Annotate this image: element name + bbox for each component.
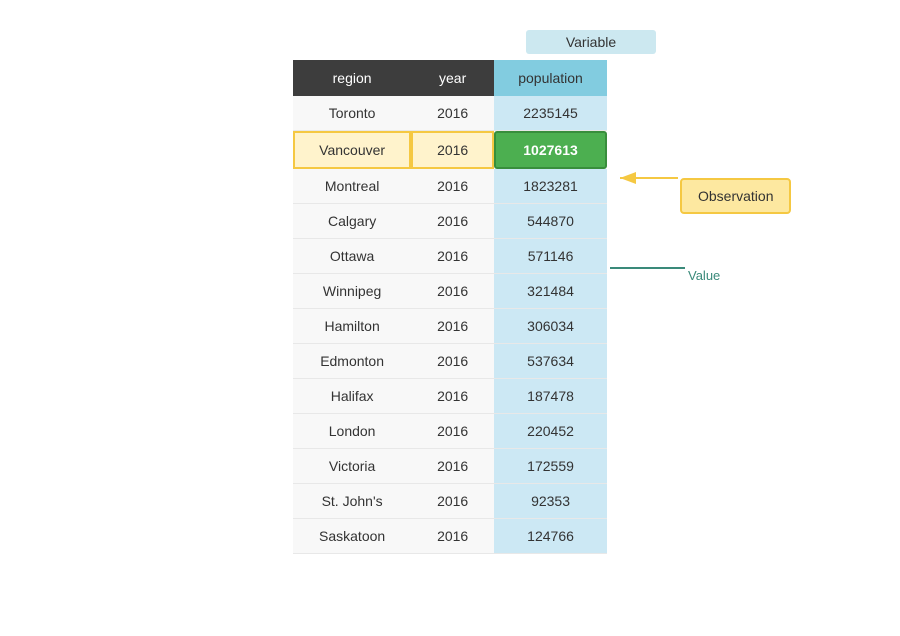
cell-year: 2016 <box>411 239 494 274</box>
cell-population: 1027613 <box>494 131 607 169</box>
cell-region: Halifax <box>293 379 411 414</box>
cell-region: London <box>293 414 411 449</box>
cell-region: Calgary <box>293 204 411 239</box>
cell-population: 544870 <box>494 204 607 239</box>
cell-year: 2016 <box>411 274 494 309</box>
table-row: Winnipeg2016321484 <box>293 274 607 309</box>
table-row: Edmonton2016537634 <box>293 344 607 379</box>
cell-population: 2235145 <box>494 96 607 131</box>
header-year: year <box>411 60 494 96</box>
table-row: Hamilton2016306034 <box>293 309 607 344</box>
data-table: region year population Toronto2016223514… <box>293 60 607 554</box>
cell-year: 2016 <box>411 344 494 379</box>
cell-population: 537634 <box>494 344 607 379</box>
table-row: Saskatoon2016124766 <box>293 519 607 554</box>
cell-population: 571146 <box>494 239 607 274</box>
cell-region: Victoria <box>293 449 411 484</box>
cell-region: Ottawa <box>293 239 411 274</box>
header-region: region <box>293 60 411 96</box>
observation-label: Observation <box>680 178 791 214</box>
cell-year: 2016 <box>411 484 494 519</box>
cell-population: 124766 <box>494 519 607 554</box>
cell-region: St. John's <box>293 484 411 519</box>
cell-year: 2016 <box>411 379 494 414</box>
cell-year: 2016 <box>411 96 494 131</box>
cell-population: 172559 <box>494 449 607 484</box>
table-row: Toronto20162235145 <box>293 96 607 131</box>
cell-population: 321484 <box>494 274 607 309</box>
cell-year: 2016 <box>411 449 494 484</box>
cell-region: Toronto <box>293 96 411 131</box>
cell-region: Winnipeg <box>293 274 411 309</box>
table-row: Calgary2016544870 <box>293 204 607 239</box>
table-row: Halifax2016187478 <box>293 379 607 414</box>
cell-region: Saskatoon <box>293 519 411 554</box>
cell-region: Montreal <box>293 169 411 204</box>
value-label: Value <box>688 268 720 283</box>
cell-year: 2016 <box>411 131 494 169</box>
table-row: Victoria2016172559 <box>293 449 607 484</box>
table-row: Ottawa2016571146 <box>293 239 607 274</box>
cell-year: 2016 <box>411 414 494 449</box>
cell-population: 92353 <box>494 484 607 519</box>
cell-population: 306034 <box>494 309 607 344</box>
cell-year: 2016 <box>411 204 494 239</box>
page-container: Variable region year population Toronto2… <box>20 20 880 554</box>
variable-label: Variable <box>526 30 656 54</box>
cell-population: 220452 <box>494 414 607 449</box>
header-population: population <box>494 60 607 96</box>
cell-population: 1823281 <box>494 169 607 204</box>
cell-year: 2016 <box>411 519 494 554</box>
cell-region: Hamilton <box>293 309 411 344</box>
cell-population: 187478 <box>494 379 607 414</box>
cell-region: Vancouver <box>293 131 411 169</box>
table-row: Montreal20161823281 <box>293 169 607 204</box>
table-wrapper: Variable region year population Toronto2… <box>20 30 880 554</box>
table-header-row: region year population <box>293 60 607 96</box>
cell-region: Edmonton <box>293 344 411 379</box>
cell-year: 2016 <box>411 169 494 204</box>
table-row: St. John's201692353 <box>293 484 607 519</box>
table-row: London2016220452 <box>293 414 607 449</box>
cell-year: 2016 <box>411 309 494 344</box>
table-row: Vancouver20161027613 <box>293 131 607 169</box>
